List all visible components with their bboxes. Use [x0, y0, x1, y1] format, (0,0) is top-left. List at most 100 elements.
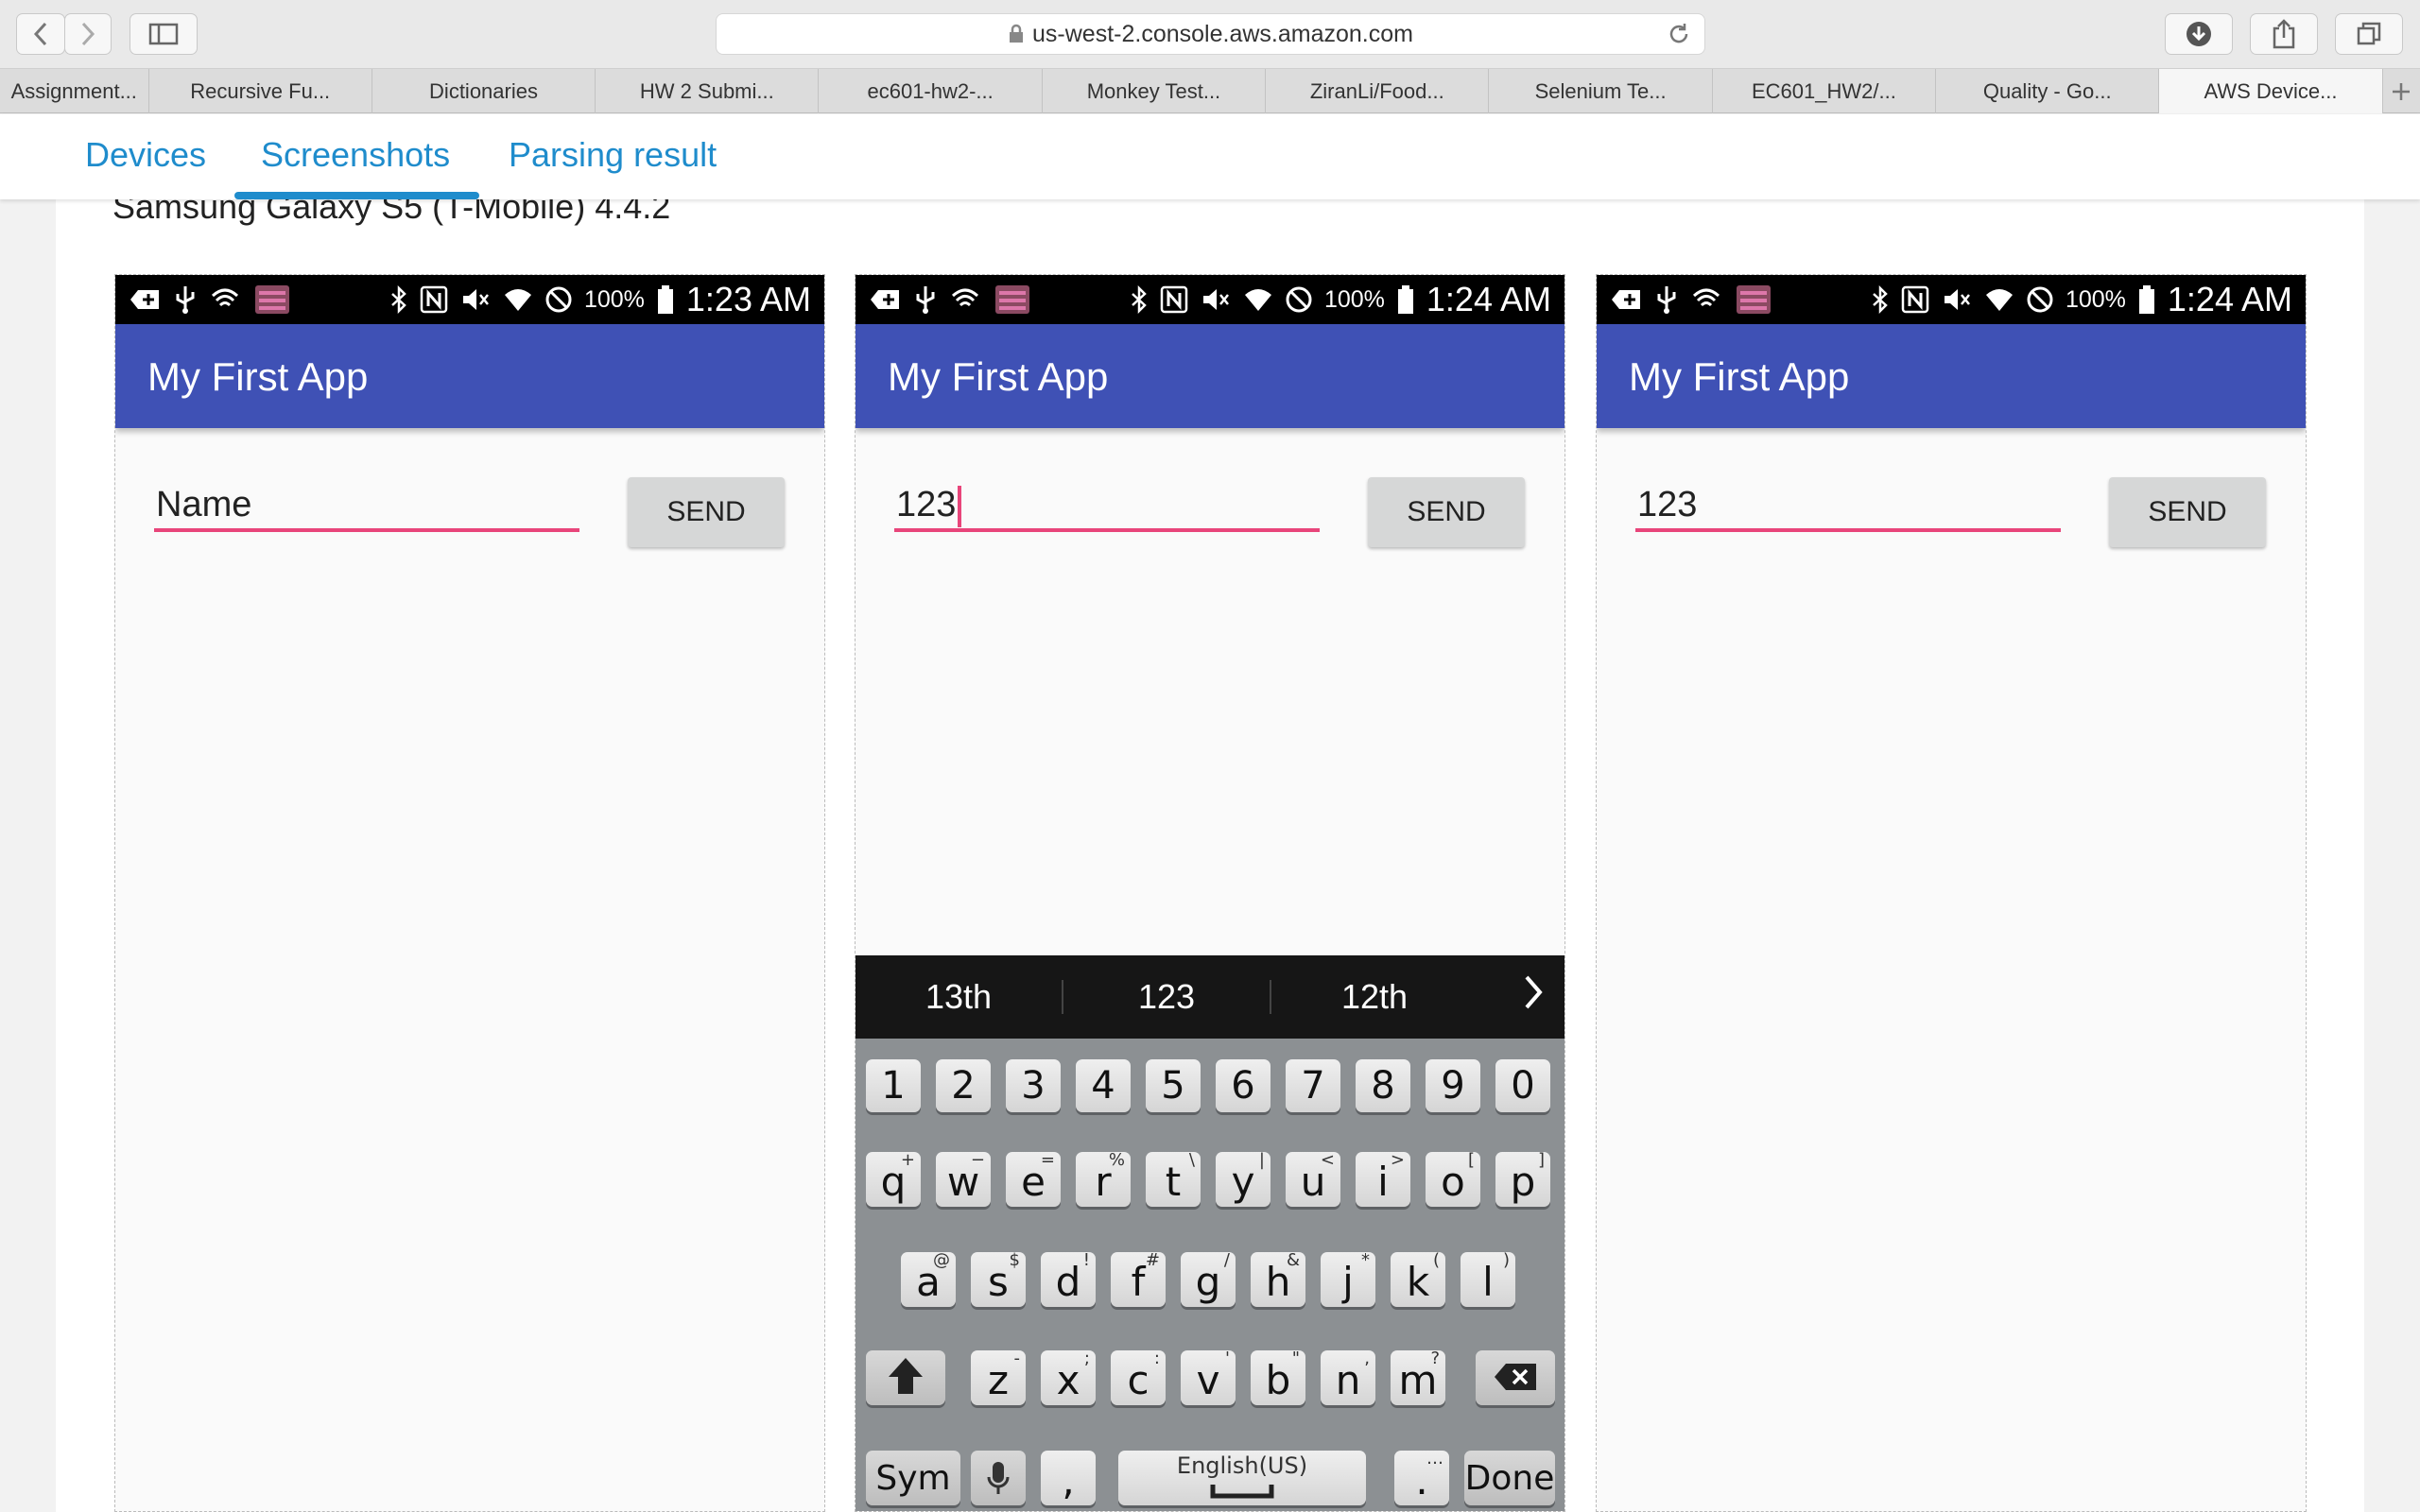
key-label: ,	[1062, 1457, 1075, 1503]
send-button[interactable]: SEND	[2109, 477, 2266, 547]
key-2[interactable]: 2	[936, 1059, 991, 1112]
chevron-right-icon[interactable]	[1523, 973, 1544, 1022]
browser-tab[interactable]: HW 2 Submi...	[596, 69, 820, 113]
voice-input-key[interactable]	[971, 1451, 1026, 1505]
device-screenshot[interactable]: 100% 1:23 AM My First App Name SEND	[114, 274, 825, 1512]
period-key[interactable]: .…	[1394, 1449, 1449, 1505]
key-5[interactable]: 5	[1146, 1059, 1201, 1112]
comma-key[interactable]: ,	[1041, 1451, 1096, 1505]
browser-tab[interactable]: Monkey Test...	[1043, 69, 1267, 113]
key-label: 5	[1161, 1064, 1185, 1108]
key-j[interactable]: j *	[1321, 1250, 1375, 1307]
key-6[interactable]: 6	[1216, 1059, 1270, 1112]
nfc-icon	[420, 285, 448, 314]
key-k[interactable]: k(	[1391, 1250, 1445, 1307]
browser-tab[interactable]: ec601-hw2-...	[819, 69, 1043, 113]
key-n[interactable]: n,	[1321, 1349, 1375, 1405]
battery-percent: 100%	[583, 285, 645, 313]
browser-tab[interactable]: Selenium Te...	[1489, 69, 1713, 113]
key-3[interactable]: 3	[1006, 1059, 1061, 1112]
wifi-hotspot-icon	[211, 288, 239, 307]
key-label: t	[1165, 1159, 1182, 1205]
key-d[interactable]: d!	[1041, 1250, 1096, 1307]
space-key[interactable]: English(US)	[1118, 1451, 1366, 1505]
key-o[interactable]: o[	[1426, 1150, 1480, 1207]
key-c[interactable]: c:	[1111, 1349, 1166, 1405]
key-h[interactable]: h &	[1251, 1250, 1305, 1307]
key-7[interactable]: 7	[1286, 1059, 1340, 1112]
key-label: b	[1265, 1357, 1291, 1403]
key-s[interactable]: s $	[971, 1250, 1026, 1307]
key-alt-label: /	[1223, 1250, 1230, 1270]
key-w[interactable]: w −	[936, 1150, 991, 1207]
device-screenshot[interactable]: 100% 1:24 AM My First App 123 SEND	[1596, 274, 2307, 1512]
message-input[interactable]: Name	[154, 485, 579, 532]
key-alt-label: >	[1390, 1150, 1405, 1170]
key-8[interactable]: 8	[1356, 1059, 1410, 1112]
key-r[interactable]: r%	[1076, 1150, 1131, 1207]
key-1[interactable]: 1	[866, 1059, 921, 1112]
key-a[interactable]: a @	[901, 1250, 956, 1307]
address-bar[interactable]: us-west-2.console.aws.amazon.com	[716, 13, 1705, 55]
downloads-button[interactable]	[2165, 13, 2233, 55]
status-time: 1:24 AM	[1426, 280, 1551, 318]
done-key[interactable]: Done	[1464, 1451, 1555, 1505]
key-q[interactable]: q +	[866, 1150, 921, 1207]
new-tab-button[interactable]	[2383, 69, 2420, 113]
sym-key[interactable]: Sym	[866, 1451, 960, 1505]
suggestion-item[interactable]: 13th	[856, 977, 1062, 1017]
suggestion-item[interactable]: 12th	[1271, 977, 1478, 1017]
browser-tab[interactable]: ZiranLi/Food...	[1266, 69, 1490, 113]
key-m[interactable]: m?	[1391, 1349, 1445, 1405]
key-i[interactable]: i >	[1356, 1150, 1410, 1207]
key-9[interactable]: 9	[1426, 1059, 1480, 1112]
key-0[interactable]: 0	[1495, 1059, 1550, 1112]
key-t[interactable]: t \	[1146, 1150, 1201, 1207]
tabs-overview-button[interactable]	[2335, 13, 2403, 55]
forward-button[interactable]	[64, 13, 112, 55]
tab-screenshots[interactable]: Screenshots	[261, 135, 450, 175]
blocked-icon	[2027, 286, 2053, 313]
message-input[interactable]: 123	[1635, 485, 2061, 532]
backspace-key[interactable]	[1476, 1350, 1555, 1405]
send-button[interactable]: SEND	[628, 477, 785, 547]
key-l[interactable]: l)	[1461, 1250, 1515, 1307]
sidebar-button[interactable]	[130, 13, 198, 55]
key-z[interactable]: z-	[971, 1349, 1026, 1405]
key-alt-label: ]	[1537, 1150, 1545, 1170]
browser-tab-active[interactable]: AWS Device...	[2159, 69, 2383, 113]
send-button[interactable]: SEND	[1368, 477, 1525, 547]
browser-tab[interactable]: Quality - Go...	[1936, 69, 2160, 113]
browser-tab[interactable]: EC601_HW2/...	[1713, 69, 1937, 113]
key-u[interactable]: u <	[1286, 1150, 1340, 1207]
browser-tab[interactable]: Assignment...	[0, 69, 149, 113]
key-4[interactable]: 4	[1076, 1059, 1131, 1112]
key-alt-label: [	[1467, 1150, 1475, 1170]
key-p[interactable]: p]	[1495, 1150, 1550, 1207]
nfc-icon	[1160, 285, 1188, 314]
key-y[interactable]: y |	[1216, 1150, 1270, 1207]
message-input[interactable]: 123	[894, 485, 1320, 532]
share-button[interactable]	[2250, 13, 2318, 55]
browser-tab[interactable]: Recursive Fu...	[149, 69, 372, 113]
key-label: j	[1342, 1259, 1354, 1305]
key-x[interactable]: x;	[1041, 1349, 1096, 1405]
mute-icon	[1202, 289, 1229, 310]
device-screenshot[interactable]: 100% 1:24 AM My First App 123 SEND 13th …	[855, 274, 1565, 1512]
key-alt-label: …	[1426, 1449, 1443, 1469]
browser-tab[interactable]: Dictionaries	[372, 69, 596, 113]
key-alt-label: :	[1153, 1349, 1160, 1368]
suggestion-item[interactable]: 123	[1063, 977, 1270, 1017]
reload-icon[interactable]	[1667, 22, 1691, 46]
key-g[interactable]: g /	[1181, 1250, 1236, 1307]
tab-devices[interactable]: Devices	[85, 135, 206, 175]
back-button[interactable]	[16, 13, 65, 55]
tab-parsing-result[interactable]: Parsing result	[509, 135, 717, 175]
key-f[interactable]: f #	[1111, 1250, 1166, 1307]
key-b[interactable]: b "	[1251, 1349, 1305, 1405]
key-label: 4	[1091, 1064, 1115, 1108]
key-v[interactable]: v '	[1181, 1349, 1236, 1405]
key-e[interactable]: e =	[1006, 1150, 1061, 1207]
key-alt-label: )	[1502, 1250, 1510, 1270]
shift-key[interactable]	[866, 1350, 945, 1405]
